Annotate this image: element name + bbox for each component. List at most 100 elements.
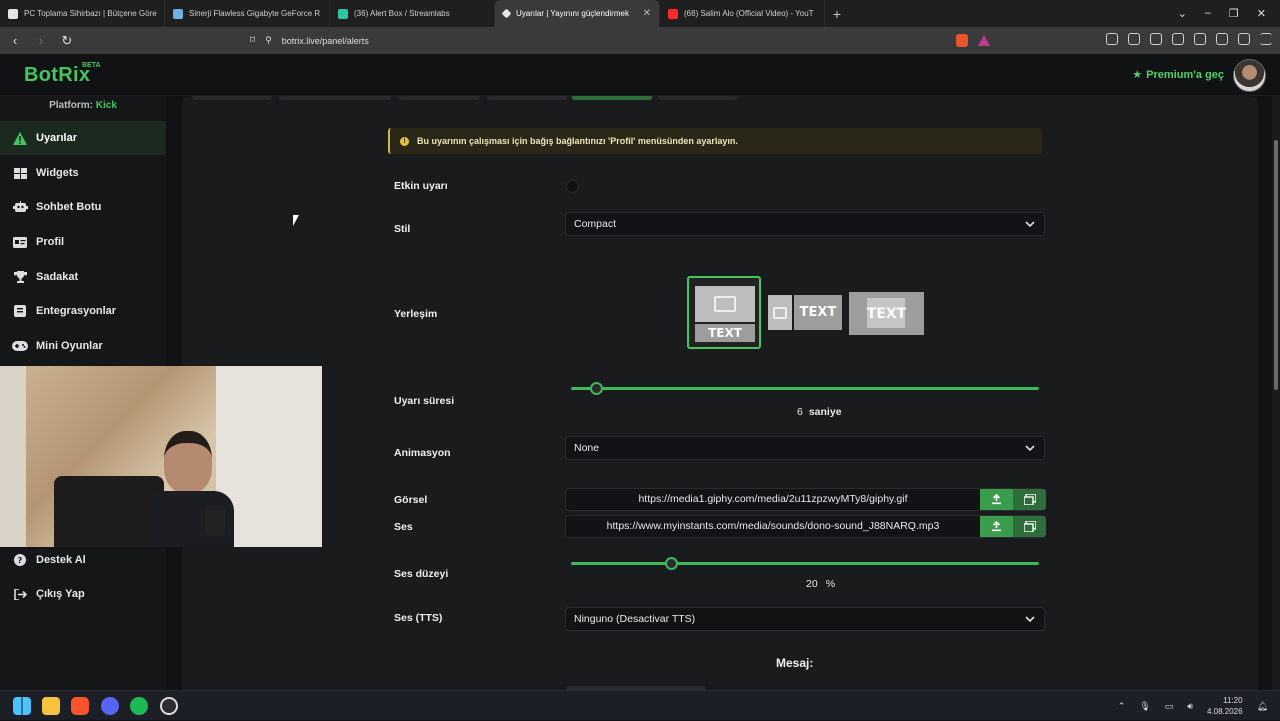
avatar[interactable] [1233, 59, 1266, 92]
obs-icon[interactable] [160, 697, 178, 715]
sidebar-icon[interactable] [1172, 33, 1184, 45]
trophy-icon [12, 269, 28, 285]
scrollbar-thumb[interactable] [1274, 140, 1278, 390]
browser-tab[interactable]: PC Toplama Sihirbazı | Bütçene Göre [0, 0, 165, 27]
platform-indicator: Platform: Kick [0, 100, 166, 111]
sidebar-item-mini-oyunlar[interactable]: Mini Oyunlar [0, 329, 166, 363]
webcam-microphone [205, 506, 225, 536]
sidebar-item-label: Uyarılar [36, 132, 77, 144]
logo[interactable]: BotRix [24, 64, 90, 87]
url-field[interactable]: ⌑ ⚲ botrix.live/panel/alerts [250, 31, 998, 50]
sound-url-value[interactable]: https://www.myinstants.com/media/sounds/… [566, 516, 980, 537]
close-tab-icon[interactable]: ✕ [643, 8, 651, 19]
site-info-icon[interactable]: ⚲ [265, 35, 272, 46]
music-icon[interactable] [1150, 33, 1162, 45]
profile-link-notice: ! Bu uyarının çalışması için bağış bağla… [388, 128, 1042, 154]
style-label: Stil [394, 223, 411, 235]
browser-tab-active[interactable]: Uyarılar | Yayınını güçlendirmek ✕ [495, 0, 660, 27]
gallery-icon [1023, 521, 1036, 532]
windows-start-icon[interactable] [13, 697, 31, 715]
brave-rewards-icon[interactable] [978, 35, 990, 46]
layout-option-text: TEXT [866, 305, 907, 322]
wallet-icon[interactable] [1194, 33, 1206, 45]
tts-select-value: Ninguno (Desactivar TTS) [574, 613, 696, 625]
extension-icon[interactable] [1106, 33, 1118, 45]
settings-tab[interactable] [279, 96, 391, 100]
menu-icon[interactable] [1260, 33, 1272, 45]
image-gallery-button[interactable] [1013, 489, 1046, 510]
bookmark-icon[interactable]: ⌑ [250, 35, 255, 46]
tab-title: PC Toplama Sihirbazı | Bütçene Göre [24, 9, 157, 18]
brave-browser-icon[interactable] [71, 697, 89, 715]
leo-icon[interactable] [1216, 33, 1228, 45]
back-icon[interactable]: ‹ [8, 33, 22, 48]
sidebar-item-entegrasyonlar[interactable]: Entegrasyonlar [0, 294, 166, 328]
microphone-icon[interactable]: 🎙︎ [1139, 701, 1150, 712]
grid-icon [12, 165, 28, 181]
premium-button[interactable]: ★ Premium'a geç [1132, 68, 1224, 82]
clock[interactable]: 11:20 4.08.2026 [1207, 695, 1243, 717]
sidebar-item-destek-al[interactable]: ? Destek Al [0, 543, 166, 577]
volume-value: 20 [806, 578, 818, 590]
image-url-value[interactable]: https://media1.giphy.com/media/2u11zpzwy… [566, 489, 980, 510]
duration-slider[interactable] [571, 382, 1039, 395]
vpn-icon[interactable] [1238, 33, 1250, 45]
layout-option-text: TEXT [695, 324, 755, 342]
active-alert-toggle[interactable] [566, 180, 579, 193]
settings-tab[interactable] [192, 96, 272, 100]
layout-option-overlay[interactable]: TEXT [849, 292, 924, 335]
volume-slider[interactable] [571, 557, 1039, 570]
sidebar-item-label: Profil [36, 236, 65, 248]
browser-tab[interactable]: (68) Salim Alo (Official Video) - YouT [660, 0, 825, 27]
spotify-icon[interactable] [130, 697, 148, 715]
puzzle-icon[interactable] [1128, 33, 1140, 45]
image-upload-button[interactable] [980, 489, 1013, 510]
reload-icon[interactable]: ↻ [60, 33, 74, 49]
settings-tab[interactable] [487, 96, 567, 100]
new-tab-button[interactable]: + [825, 6, 849, 22]
sidebar-item-sohbet-botu[interactable]: Sohbet Botu [0, 190, 166, 224]
sidebar-item-uyarilar[interactable]: Uyarılar [0, 121, 166, 155]
settings-tab-active[interactable] [572, 96, 652, 100]
notification-icon[interactable]: 🔔︎ [1257, 701, 1268, 712]
sound-upload-button[interactable] [980, 516, 1013, 537]
system-tray: ⌃ 🎙︎ ▭ 🔊︎ 11:20 4.08.2026 🔔︎ [1118, 691, 1268, 721]
close-window-icon[interactable]: ✕ [1257, 7, 1266, 20]
chevron-up-icon[interactable]: ⌃ [1118, 701, 1126, 712]
sidebar-item-sadakat[interactable]: Sadakat [0, 260, 166, 294]
help-icon: ? [12, 552, 28, 568]
browser-tab[interactable]: (36) Alert Box / Streamlabs [330, 0, 495, 27]
settings-tab[interactable] [398, 96, 480, 100]
style-select[interactable]: Compact [565, 212, 1045, 236]
layout-option-stacked[interactable]: TEXT [687, 276, 761, 349]
file-explorer-icon[interactable] [42, 697, 60, 715]
settings-tab[interactable] [658, 96, 738, 100]
forward-icon[interactable]: › [34, 33, 48, 48]
upload-icon [992, 494, 1001, 505]
id-card-icon [12, 234, 28, 250]
tts-select[interactable]: Ninguno (Desactivar TTS) [565, 607, 1045, 631]
network-icon[interactable]: ▭ [1165, 701, 1174, 712]
page-scrollbar[interactable] [1272, 96, 1280, 690]
upload-icon [992, 521, 1001, 532]
sidebar-item-cikis-yap[interactable]: Çıkış Yap [0, 577, 166, 611]
image-url-field[interactable]: https://media1.giphy.com/media/2u11zpzwy… [565, 488, 1046, 511]
slider-handle[interactable] [589, 382, 603, 395]
sidebar-item-widgets[interactable]: Widgets [0, 156, 166, 190]
sidebar-item-profil[interactable]: Profil [0, 225, 166, 259]
discord-icon[interactable] [101, 697, 119, 715]
browser-tab[interactable]: Sinerji Flawless Gigabyte GeForce R [165, 0, 330, 27]
tab-search-icon[interactable]: ⌄ [1178, 7, 1187, 20]
sidebar-item-label: Entegrasyonlar [36, 305, 117, 317]
animation-select[interactable]: None [565, 436, 1045, 460]
volume-icon[interactable]: 🔊︎ [1187, 701, 1193, 712]
restore-icon[interactable]: ❐ [1229, 7, 1239, 20]
sound-gallery-button[interactable] [1013, 516, 1046, 537]
sound-url-field[interactable]: https://www.myinstants.com/media/sounds/… [565, 515, 1046, 538]
slider-handle[interactable] [664, 557, 678, 570]
minimize-icon[interactable]: – [1205, 7, 1211, 20]
layout-option-side[interactable]: TEXT [768, 294, 843, 330]
brave-shield-icon[interactable] [956, 34, 968, 47]
chevron-down-icon [1025, 221, 1035, 228]
tab-favicon-icon [668, 8, 678, 19]
